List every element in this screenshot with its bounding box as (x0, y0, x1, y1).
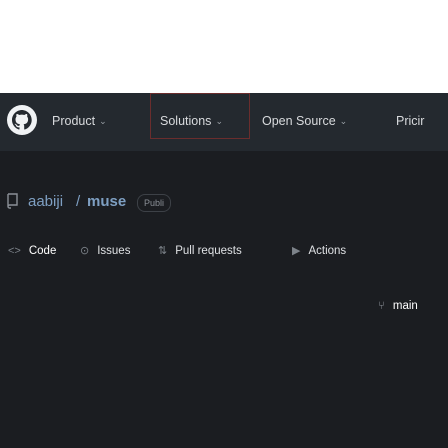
repo-title-row: aabiji / muse Publi (6, 191, 446, 215)
github-logo-icon[interactable] (6, 104, 38, 136)
tab-pull-requests[interactable]: ⇅ Pull requests (158, 239, 242, 263)
repo-name-link[interactable]: muse (87, 191, 126, 213)
tab-code-label: Code (28, 245, 57, 257)
tab-issues[interactable]: ⊙ Issues (80, 239, 130, 263)
nav-solutions-label: Solutions (160, 114, 212, 128)
page-top-area (0, 0, 448, 93)
tab-pull-requests-label: Pull requests (175, 245, 242, 257)
repo-separator: / (76, 193, 81, 210)
chevron-down-icon: ⌄ (99, 116, 107, 126)
repo-owner-link[interactable]: aabiji (28, 191, 63, 213)
branch-label: main (392, 300, 418, 312)
actions-icon: ▶ (292, 245, 301, 257)
repo-icon (7, 193, 18, 209)
pull-request-icon: ⇅ (158, 245, 168, 257)
tab-code[interactable]: <> Code (8, 239, 56, 263)
nav-open-source-label: Open Source (262, 114, 336, 128)
branch-selector[interactable]: ⑂ main (378, 293, 418, 319)
nav-pricing-label: Pricir (396, 114, 425, 128)
nav-solutions[interactable]: Solutions ⌄ (160, 111, 223, 131)
tab-actions[interactable]: ▶ Actions (292, 239, 346, 263)
nav-product[interactable]: Product ⌄ (52, 111, 107, 131)
branch-icon: ⑂ (378, 300, 385, 312)
visibility-badge: Publi (137, 194, 172, 212)
nav-product-label: Product (52, 114, 96, 128)
chevron-down-icon: ⌄ (339, 116, 348, 126)
site-header: Product ⌄ Solutions ⌄ Open Source ⌄ Pricir (0, 93, 448, 151)
nav-open-source[interactable]: Open Source ⌄ (262, 111, 347, 131)
tab-actions-label: Actions (308, 245, 347, 257)
code-icon: <> (8, 245, 21, 257)
tab-issues-label: Issues (97, 245, 131, 257)
repo-tabs: <> Code ⊙ Issues ⇅ Pull requests ▶ Actions (0, 239, 448, 263)
issues-icon: ⊙ (80, 245, 90, 257)
page-dark-area: Product ⌄ Solutions ⌄ Open Source ⌄ Pricir … (0, 93, 448, 448)
chevron-down-icon: ⌄ (215, 116, 223, 126)
nav-pricing[interactable]: Pricir (396, 111, 424, 131)
